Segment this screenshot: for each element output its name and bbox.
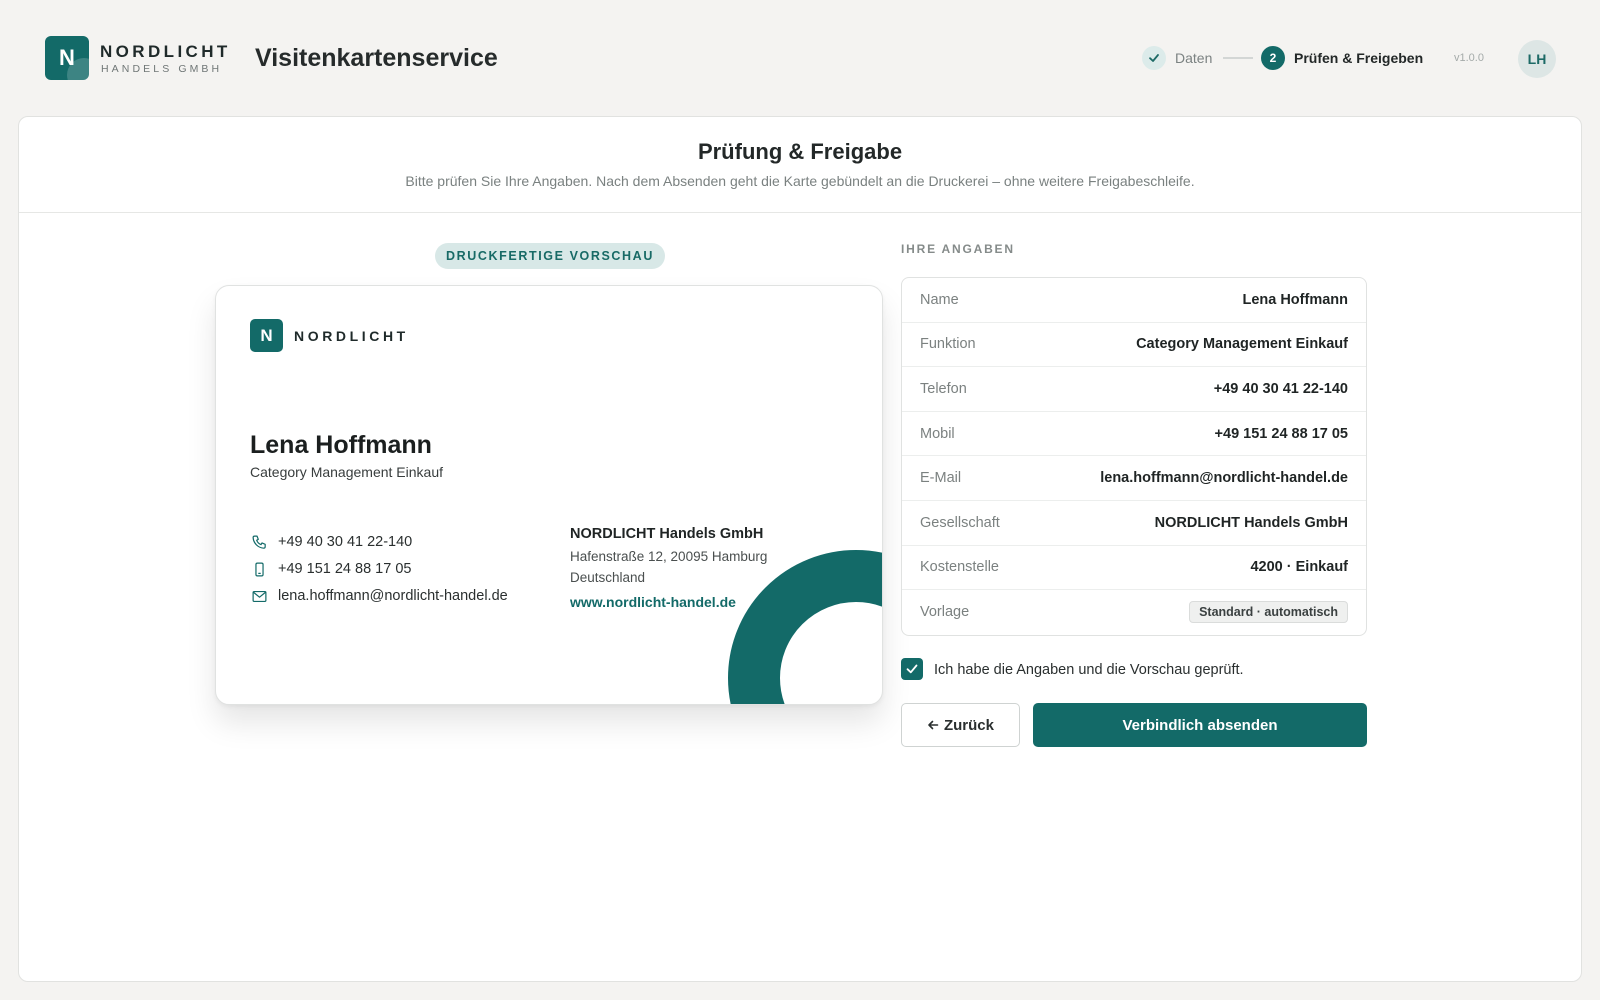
details-row-company: Gesellschaft NORDLICHT Handels GmbH: [902, 501, 1366, 546]
card-mobile-row: +49 151 24 88 17 05: [250, 559, 411, 579]
card-email-row: lena.hoffmann@nordlicht-handel.de: [250, 586, 508, 606]
card-phone: +49 40 30 41 22-140: [278, 534, 413, 550]
submit-button[interactable]: Verbindlich absenden: [1033, 703, 1367, 747]
row-value: 4200 · Einkauf: [1250, 559, 1348, 576]
details-row-cost-center: Kostenstelle 4200 · Einkauf: [902, 546, 1366, 591]
company-logo[interactable]: N: [45, 36, 89, 80]
card-phone-row: +49 40 30 41 22-140: [250, 532, 412, 552]
user-avatar[interactable]: LH: [1518, 40, 1556, 78]
card-address-line1: Hafenstraße 12, 20095 Hamburg: [570, 549, 768, 564]
row-key: Mobil: [920, 425, 955, 442]
row-key: Vorlage: [920, 604, 970, 621]
card-mobile: +49 151 24 88 17 05: [278, 561, 412, 577]
divider: [19, 212, 1581, 213]
row-value: +49 151 24 88 17 05: [1214, 425, 1348, 442]
card-person-role: Category Management Einkauf: [250, 464, 443, 480]
row-value: NORDLICHT Handels GmbH: [1154, 514, 1348, 531]
back-button-label: Zurück: [943, 716, 994, 734]
details-row-email: E-Mail lena.hoffmann@nordlicht-handel.de: [902, 456, 1366, 501]
mail-icon: [250, 587, 268, 605]
details-row-phone: Telefon +49 40 30 41 22-140: [902, 367, 1366, 412]
card-address-line2: Deutschland: [570, 570, 646, 585]
card-website: www.nordlicht-handel.de: [570, 594, 736, 610]
version-label: v1.0.0: [1454, 52, 1484, 64]
details-table: Name Lena Hoffmann Funktion Category Man…: [901, 277, 1367, 636]
preview-badge: DRUCKFERTIGE VORSCHAU: [435, 243, 665, 269]
logo-letter: N: [59, 45, 75, 70]
row-value: lena.hoffmann@nordlicht-handel.de: [1100, 470, 1348, 487]
section-label: IHRE ANGABEN: [901, 242, 1015, 256]
app-title: Visitenkartenservice: [255, 44, 498, 72]
step-review-label: Prüfen & Freigeben: [1294, 50, 1424, 66]
row-value: Category Management Einkauf: [1136, 336, 1348, 353]
page-subtitle: Bitte prüfen Sie Ihre Angaben. Nach dem …: [405, 173, 1195, 189]
step-connector: [1223, 57, 1253, 59]
row-key: Telefon: [920, 380, 967, 397]
card-email: lena.hoffmann@nordlicht-handel.de: [278, 588, 508, 604]
mobile-icon: [250, 560, 268, 578]
phone-icon: [250, 533, 268, 551]
details-row-template: Vorlage Standard · automatisch: [902, 590, 1366, 635]
brand-subtitle: HANDELS GMBH: [101, 63, 223, 75]
details-row-name: Name Lena Hoffmann: [902, 278, 1366, 323]
template-badge: Standard · automatisch: [1189, 601, 1348, 624]
confirm-checkbox[interactable]: [901, 658, 923, 680]
business-card-preview: N NORDLICHT Lena Hoffmann Category Manag…: [215, 285, 883, 705]
card-decorative-ring: [728, 550, 882, 704]
row-key: E-Mail: [920, 470, 962, 487]
back-button[interactable]: Zurück: [901, 703, 1020, 747]
row-key: Funktion: [920, 336, 976, 353]
row-key: Name: [920, 291, 959, 308]
step-active-number: 2: [1261, 46, 1285, 70]
step-data-label[interactable]: Daten: [1175, 50, 1212, 66]
brand-name: NORDLICHT: [100, 42, 231, 61]
row-key: Gesellschaft: [920, 514, 1000, 531]
page-title: Prüfung & Freigabe: [697, 139, 903, 164]
confirm-label[interactable]: Ich habe die Angaben und die Vorschau ge…: [934, 662, 1244, 678]
row-value: Lena Hoffmann: [1242, 291, 1348, 308]
arrow-left-icon: [928, 720, 939, 730]
card-logo-mark: N: [250, 319, 283, 352]
details-row-function: Funktion Category Management Einkauf: [902, 323, 1366, 368]
details-row-mobile: Mobil +49 151 24 88 17 05: [902, 412, 1366, 457]
card-person-name: Lena Hoffmann: [250, 431, 432, 459]
checkmark-icon: [906, 664, 918, 674]
card-company: NORDLICHT Handels GmbH: [570, 526, 764, 542]
card-brand-name: NORDLICHT: [294, 328, 409, 344]
step-done-check-icon: [1142, 46, 1166, 70]
row-key: Kostenstelle: [920, 559, 999, 576]
review-panel: Prüfung & Freigabe Bitte prüfen Sie Ihre…: [18, 116, 1582, 982]
row-value: +49 40 30 41 22-140: [1213, 380, 1348, 397]
app-header: N NORDLICHT HANDELS GMBH Visitenkartense…: [0, 0, 1600, 116]
